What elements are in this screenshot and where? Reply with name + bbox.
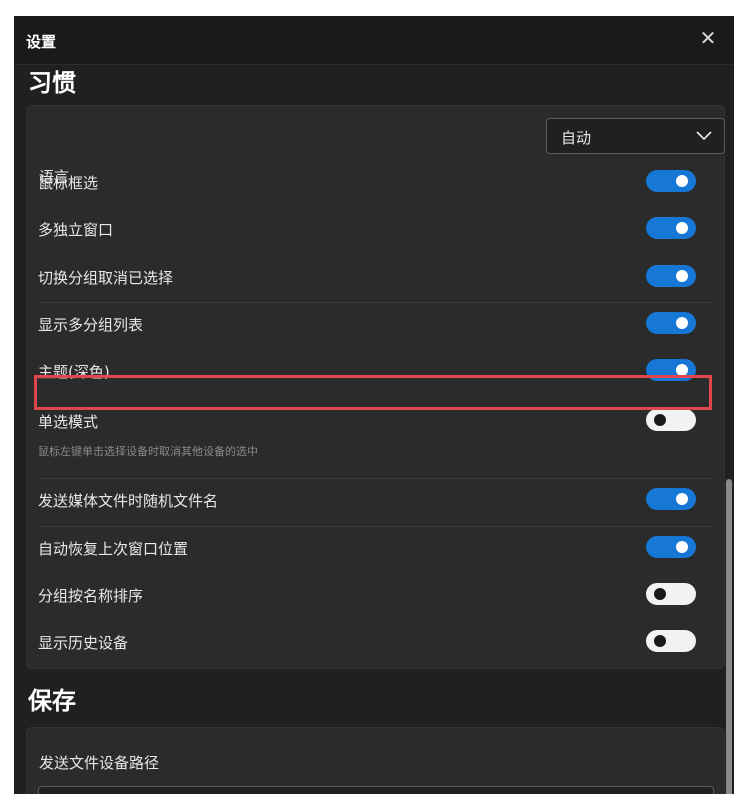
toggle-switch-random-media-filename[interactable] [646, 488, 696, 510]
close-button[interactable]: ✕ [696, 26, 720, 50]
scrollbar[interactable] [726, 479, 732, 794]
send-path-input[interactable] [38, 786, 714, 794]
toggle-knob [676, 222, 688, 234]
toggle-label-switch-group-deselect: 切换分组取消已选择 [38, 269, 174, 287]
toggle-label-multi-window: 多独立窗口 [38, 221, 114, 239]
settings-content[interactable]: 习惯 语言 自动 鼠标框选 多独立窗口 切换分组取消已选择 显示多分组列表 主题(深色)… [14, 65, 734, 794]
toggle-hint-single-select-mode: 鼠标左键单击选择设备时取消其他设备的选中 [38, 445, 258, 458]
toggle-knob [654, 588, 666, 600]
toggle-knob [654, 414, 666, 426]
toggle-row-restore-window-position: 自动恢复上次窗口位置 [26, 527, 711, 567]
toggle-switch-restore-window-position[interactable] [646, 536, 696, 558]
toggle-knob [676, 493, 688, 505]
toggle-label-random-media-filename: 发送媒体文件时随机文件名 [38, 492, 219, 510]
toggle-knob [676, 175, 688, 187]
toggle-switch-show-history-devices[interactable] [646, 630, 696, 652]
toggle-knob [676, 317, 688, 329]
chevron-down-icon [696, 131, 712, 141]
toggle-switch-sort-groups-by-name[interactable] [646, 583, 696, 605]
toggle-switch-mouse-box-select[interactable] [646, 170, 696, 192]
section-heading-habits: 习惯 [28, 69, 76, 97]
toggle-switch-dark-theme[interactable] [646, 359, 696, 381]
toggle-switch-multi-window[interactable] [646, 217, 696, 239]
toggle-row-switch-group-deselect: 切换分组取消已选择 [26, 256, 711, 296]
toggle-knob [676, 364, 688, 376]
title-bar: 设置 ✕ [14, 16, 734, 65]
toggle-label-restore-window-position: 自动恢复上次窗口位置 [38, 540, 189, 558]
toggle-knob [676, 270, 688, 282]
toggle-row-multi-window: 多独立窗口 [26, 208, 711, 248]
toggle-row-random-media-filename: 发送媒体文件时随机文件名 [26, 479, 711, 519]
toggle-label-show-history-devices: 显示历史设备 [38, 634, 129, 652]
toggle-row-single-select-mode: 单选模式 [26, 400, 711, 440]
toggle-switch-single-select-mode[interactable] [646, 409, 696, 431]
settings-window: 设置 ✕ 习惯 语言 自动 鼠标框选 多独立窗口 切换分组取消已选择 显示多分组列表主… [14, 16, 734, 794]
toggle-switch-switch-group-deselect[interactable] [646, 265, 696, 287]
save-card: 发送文件设备路径 [26, 727, 725, 794]
toggle-label-mouse-box-select: 鼠标框选 [38, 174, 99, 192]
section-heading-save: 保存 [28, 687, 76, 715]
toggle-row-multi-group-list: 显示多分组列表 [26, 303, 711, 343]
send-path-label: 发送文件设备路径 [39, 754, 160, 772]
toggle-label-multi-group-list: 显示多分组列表 [38, 316, 144, 334]
window-title: 设置 [26, 33, 57, 51]
toggle-switch-multi-group-list[interactable] [646, 312, 696, 334]
language-select-value: 自动 [561, 129, 592, 147]
language-select[interactable]: 自动 [546, 118, 725, 154]
toggle-row-mouse-box-select: 鼠标框选 [26, 161, 711, 201]
toggle-knob [676, 541, 688, 553]
toggle-row-dark-theme: 主题(深色) [26, 350, 711, 390]
toggle-label-sort-groups-by-name: 分组按名称排序 [38, 587, 144, 605]
toggle-row-show-history-devices: 显示历史设备 [26, 621, 711, 661]
toggle-label-single-select-mode: 单选模式 [38, 413, 99, 431]
toggle-row-sort-groups-by-name: 分组按名称排序 [26, 574, 711, 614]
close-icon: ✕ [699, 26, 717, 50]
toggle-label-dark-theme: 主题(深色) [38, 363, 110, 381]
toggle-knob [654, 635, 666, 647]
